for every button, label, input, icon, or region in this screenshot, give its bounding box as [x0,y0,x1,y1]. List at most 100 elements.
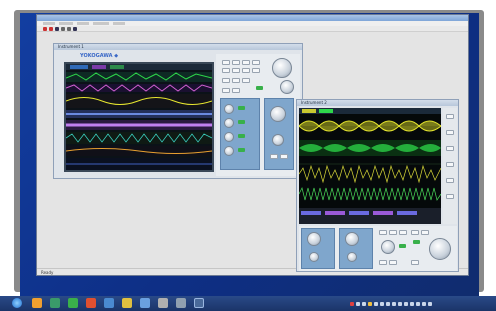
scope-window-2[interactable]: Instrument 2 [296,99,459,272]
softkey[interactable] [446,146,454,151]
menu-item[interactable] [59,22,73,25]
channel-knob[interactable] [224,132,234,142]
system-tray [350,299,460,308]
position-knob[interactable] [272,134,284,146]
softkey[interactable] [446,178,454,183]
channel-knob[interactable] [309,252,319,262]
panel-button[interactable] [242,68,250,73]
channel-knob[interactable] [224,118,234,128]
run-button[interactable] [256,86,263,90]
tray-icon[interactable] [386,301,390,306]
toolbar-icon[interactable] [67,26,71,31]
scope2-waveforms [298,108,442,224]
stop-icon[interactable] [49,26,53,31]
panel-button[interactable] [222,60,230,65]
panel-button[interactable] [252,68,260,73]
scope-window-1[interactable]: Instrument 1 YOKOGAWA ◆ [53,43,303,179]
panel-button[interactable] [232,68,240,73]
volume-icon[interactable] [422,301,426,306]
help-icon[interactable] [73,26,77,31]
arrow-pad[interactable] [280,80,294,94]
menu-item[interactable] [113,22,125,25]
start-button-icon[interactable] [12,298,22,308]
brand-logo: YOKOGAWA ◆ [80,53,119,59]
panel-button[interactable] [389,260,397,265]
panel-button[interactable] [379,260,387,265]
scope2-title: Instrument 2 [297,100,458,106]
panel-button[interactable] [421,230,429,235]
app-icon[interactable] [68,298,78,308]
tray-icon[interactable] [416,301,420,306]
menu-item[interactable] [93,22,109,25]
timebase-knob[interactable] [381,240,395,254]
tray-icon[interactable] [362,301,366,306]
panel-button[interactable] [280,154,288,159]
softkey[interactable] [446,162,454,167]
toolbar-icon[interactable] [61,26,65,31]
panel-button[interactable] [379,230,387,235]
tray-icon[interactable] [356,301,360,306]
panel-button[interactable] [222,78,230,83]
taskbar [0,296,496,311]
softkey[interactable] [446,130,454,135]
app-icon[interactable] [86,298,96,308]
channel-knob[interactable] [345,232,359,246]
panel-button[interactable] [242,78,250,83]
channel-indicator[interactable] [238,148,245,152]
channel-indicator[interactable] [238,120,245,124]
softkey[interactable] [446,194,454,199]
scope1-waveforms [65,64,213,170]
scope1-control-panel [216,54,300,176]
menu-item[interactable] [43,22,55,25]
tray-icon[interactable] [350,301,354,306]
record-icon[interactable] [43,26,47,31]
explorer-icon[interactable] [32,298,42,308]
tray-icon[interactable] [368,301,372,306]
navigation-knob[interactable] [272,58,292,78]
panel-button[interactable] [252,60,260,65]
channel-knob[interactable] [224,146,234,156]
panel-button[interactable] [232,88,240,93]
toolbar [37,26,468,32]
app-icon[interactable] [158,298,168,308]
tray-icon[interactable] [398,301,402,306]
panel-button[interactable] [232,78,240,83]
scope1-display [64,62,214,172]
panel-button[interactable] [411,230,419,235]
channel-knob[interactable] [347,252,357,262]
scope2-control-panel [299,226,457,271]
active-app-icon[interactable] [194,298,204,308]
scope1-title: Instrument 1 [54,44,302,50]
multipurpose-knob[interactable] [429,238,451,260]
channel-knob[interactable] [307,232,321,246]
toolbar-icon[interactable] [55,26,59,31]
tray-icon[interactable] [410,301,414,306]
panel-button[interactable] [270,154,278,159]
channel-knob[interactable] [224,104,234,114]
panel-button[interactable] [222,68,230,73]
app-icon[interactable] [104,298,114,308]
channel-indicator[interactable] [238,106,245,110]
timebase-knob[interactable] [270,106,286,122]
panel-button[interactable] [389,230,397,235]
folder-icon[interactable] [122,298,132,308]
menu-item[interactable] [77,22,89,25]
panel-button[interactable] [411,260,419,265]
media-icon[interactable] [50,298,60,308]
tray-icon[interactable] [404,301,408,306]
softkey[interactable] [446,114,454,119]
taskbar-clock[interactable] [462,298,492,309]
tray-icon[interactable] [374,301,378,306]
run-button[interactable] [399,244,406,248]
tray-icon[interactable] [380,301,384,306]
panel-button[interactable] [232,60,240,65]
panel-button[interactable] [399,230,407,235]
channel-indicator[interactable] [238,134,245,138]
network-icon[interactable] [428,301,432,306]
app-icon[interactable] [176,298,186,308]
panel-button[interactable] [242,60,250,65]
panel-button[interactable] [222,88,230,93]
app-icon[interactable] [140,298,150,308]
single-button[interactable] [413,240,420,244]
tray-icon[interactable] [392,301,396,306]
